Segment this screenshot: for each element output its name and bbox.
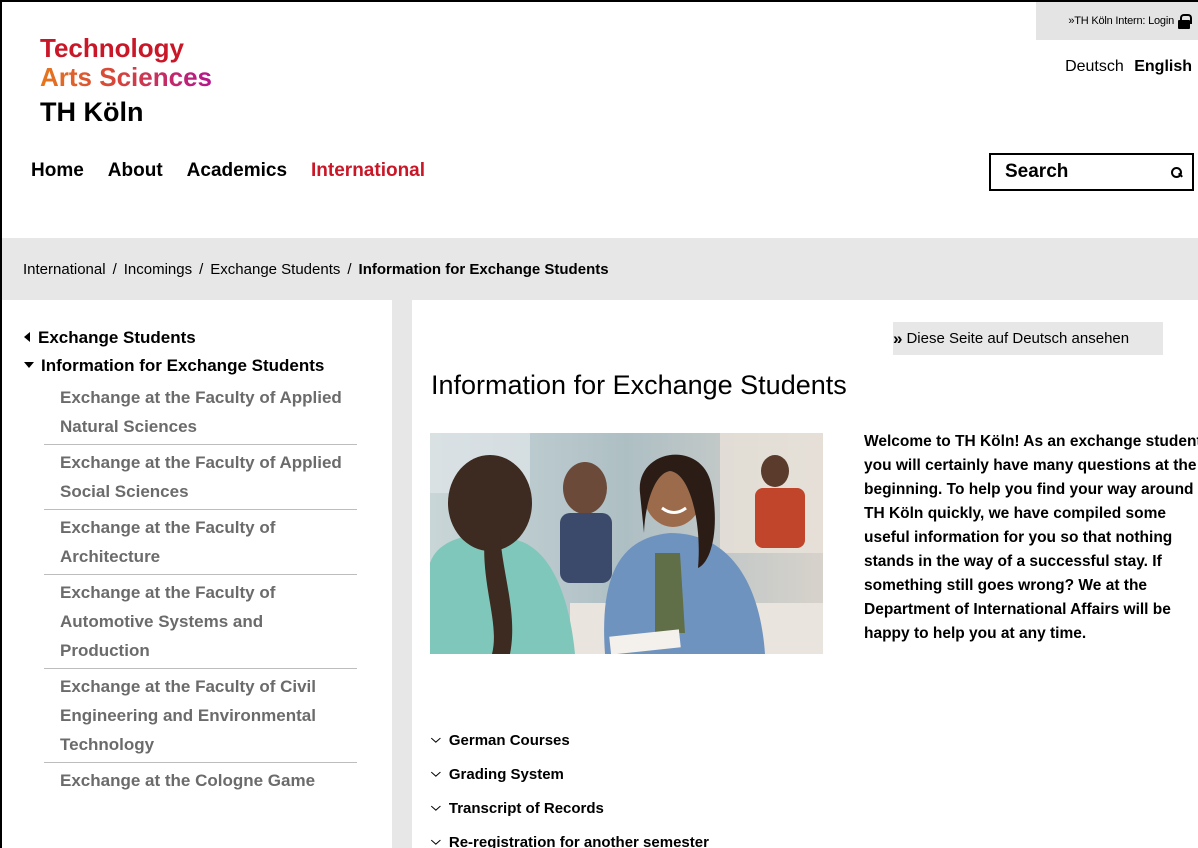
sidebar-item-cologne-game[interactable]: Exchange at the Cologne Game bbox=[44, 763, 357, 798]
sidebar-item-current[interactable]: Information for Exchange Students bbox=[24, 352, 364, 380]
double-chevron-right-icon: » bbox=[893, 328, 903, 348]
logo-line-arts-sciences: Arts Sciences bbox=[40, 62, 212, 92]
double-chevron-down-icon: ⌵ bbox=[431, 765, 441, 780]
intern-login-link[interactable]: »TH Köln Intern: Login bbox=[1036, 2, 1198, 40]
breadcrumb-separator: / bbox=[199, 260, 204, 278]
language-switch: Deutsch English bbox=[1059, 58, 1192, 76]
german-version-label: Diese Seite auf Deutsch ansehen bbox=[906, 330, 1130, 347]
language-english[interactable]: English bbox=[1134, 58, 1192, 75]
sidebar-parent-label: Exchange Students bbox=[38, 328, 196, 347]
breadcrumb-international[interactable]: International bbox=[23, 261, 106, 278]
lock-icon bbox=[1178, 13, 1192, 29]
breadcrumb: International / Incomings / Exchange Stu… bbox=[2, 238, 1198, 300]
nav-about[interactable]: About bbox=[108, 160, 163, 182]
accordion-label: Transcript of Records bbox=[448, 800, 604, 817]
sidebar-item-applied-natural-sciences[interactable]: Exchange at the Faculty of Applied Natur… bbox=[44, 380, 357, 445]
search-input[interactable] bbox=[1005, 161, 1155, 183]
students-photo-illustration bbox=[430, 433, 823, 654]
accordion-transcript-of-records[interactable]: ⌵ Transcript of Records bbox=[431, 792, 709, 826]
sidebar-item-parent[interactable]: Exchange Students bbox=[24, 324, 364, 352]
breadcrumb-separator: / bbox=[347, 260, 352, 278]
double-chevron-down-icon: ⌵ bbox=[431, 731, 441, 746]
double-chevron-down-icon: ⌵ bbox=[431, 833, 441, 848]
page: Technology Arts Sciences TH Köln »TH Köl… bbox=[0, 0, 1198, 848]
logo-line-technology: Technology bbox=[40, 33, 184, 63]
breadcrumb-exchange-students[interactable]: Exchange Students bbox=[210, 261, 340, 278]
page-title: Information for Exchange Students bbox=[431, 370, 847, 400]
caret-down-icon bbox=[24, 362, 34, 368]
breadcrumb-incomings[interactable]: Incomings bbox=[124, 261, 192, 278]
sidebar-item-architecture[interactable]: Exchange at the Faculty of Architecture bbox=[44, 510, 357, 575]
th-koeln-logo[interactable]: Technology Arts Sciences TH Köln bbox=[40, 34, 212, 127]
nav-academics[interactable]: Academics bbox=[187, 160, 287, 182]
accordion-re-registration[interactable]: ⌵ Re-registration for another semester bbox=[431, 826, 709, 848]
sidebar-item-automotive-systems[interactable]: Exchange at the Faculty of Automotive Sy… bbox=[44, 575, 357, 669]
login-label: »TH Köln Intern: Login bbox=[1068, 15, 1174, 27]
german-version-link[interactable]: » Diese Seite auf Deutsch ansehen bbox=[893, 322, 1163, 355]
breadcrumb-current: Information for Exchange Students bbox=[358, 260, 609, 278]
sidebar-item-civil-engineering[interactable]: Exchange at the Faculty of Civil Enginee… bbox=[44, 669, 357, 763]
column-divider bbox=[392, 300, 412, 848]
main-navigation: Home About Academics International bbox=[31, 160, 425, 182]
accordion-german-courses[interactable]: ⌵ German Courses bbox=[431, 724, 709, 758]
nav-international[interactable]: International bbox=[311, 160, 425, 182]
language-deutsch[interactable]: Deutsch bbox=[1065, 58, 1124, 75]
intro-text: Welcome to TH Köln! As an exchange stude… bbox=[864, 433, 1198, 642]
sidebar-current-label: Information for Exchange Students bbox=[41, 356, 325, 375]
accordion-label: Re-registration for another semester bbox=[448, 834, 709, 848]
search-box bbox=[989, 153, 1194, 191]
sidebar-subitems: Exchange at the Faculty of Applied Natur… bbox=[44, 380, 357, 798]
students-photo bbox=[430, 433, 823, 654]
accordion-label: Grading System bbox=[448, 766, 564, 783]
accordion-list: ⌵ German Courses ⌵ Grading System ⌵ Transcr… bbox=[431, 724, 709, 848]
logo-line-th-koeln: TH Köln bbox=[40, 97, 144, 127]
accordion-label: German Courses bbox=[448, 732, 570, 749]
sidebar-navigation: Exchange Students Information for Exchan… bbox=[24, 324, 364, 798]
sidebar-item-applied-social-sciences[interactable]: Exchange at the Faculty of Applied Socia… bbox=[44, 445, 357, 510]
accordion-grading-system[interactable]: ⌵ Grading System bbox=[431, 758, 709, 792]
double-chevron-down-icon: ⌵ bbox=[431, 799, 441, 814]
breadcrumb-separator: / bbox=[112, 260, 117, 278]
search-icon[interactable] bbox=[1171, 166, 1182, 178]
nav-home[interactable]: Home bbox=[31, 160, 84, 182]
caret-left-icon bbox=[24, 332, 30, 342]
